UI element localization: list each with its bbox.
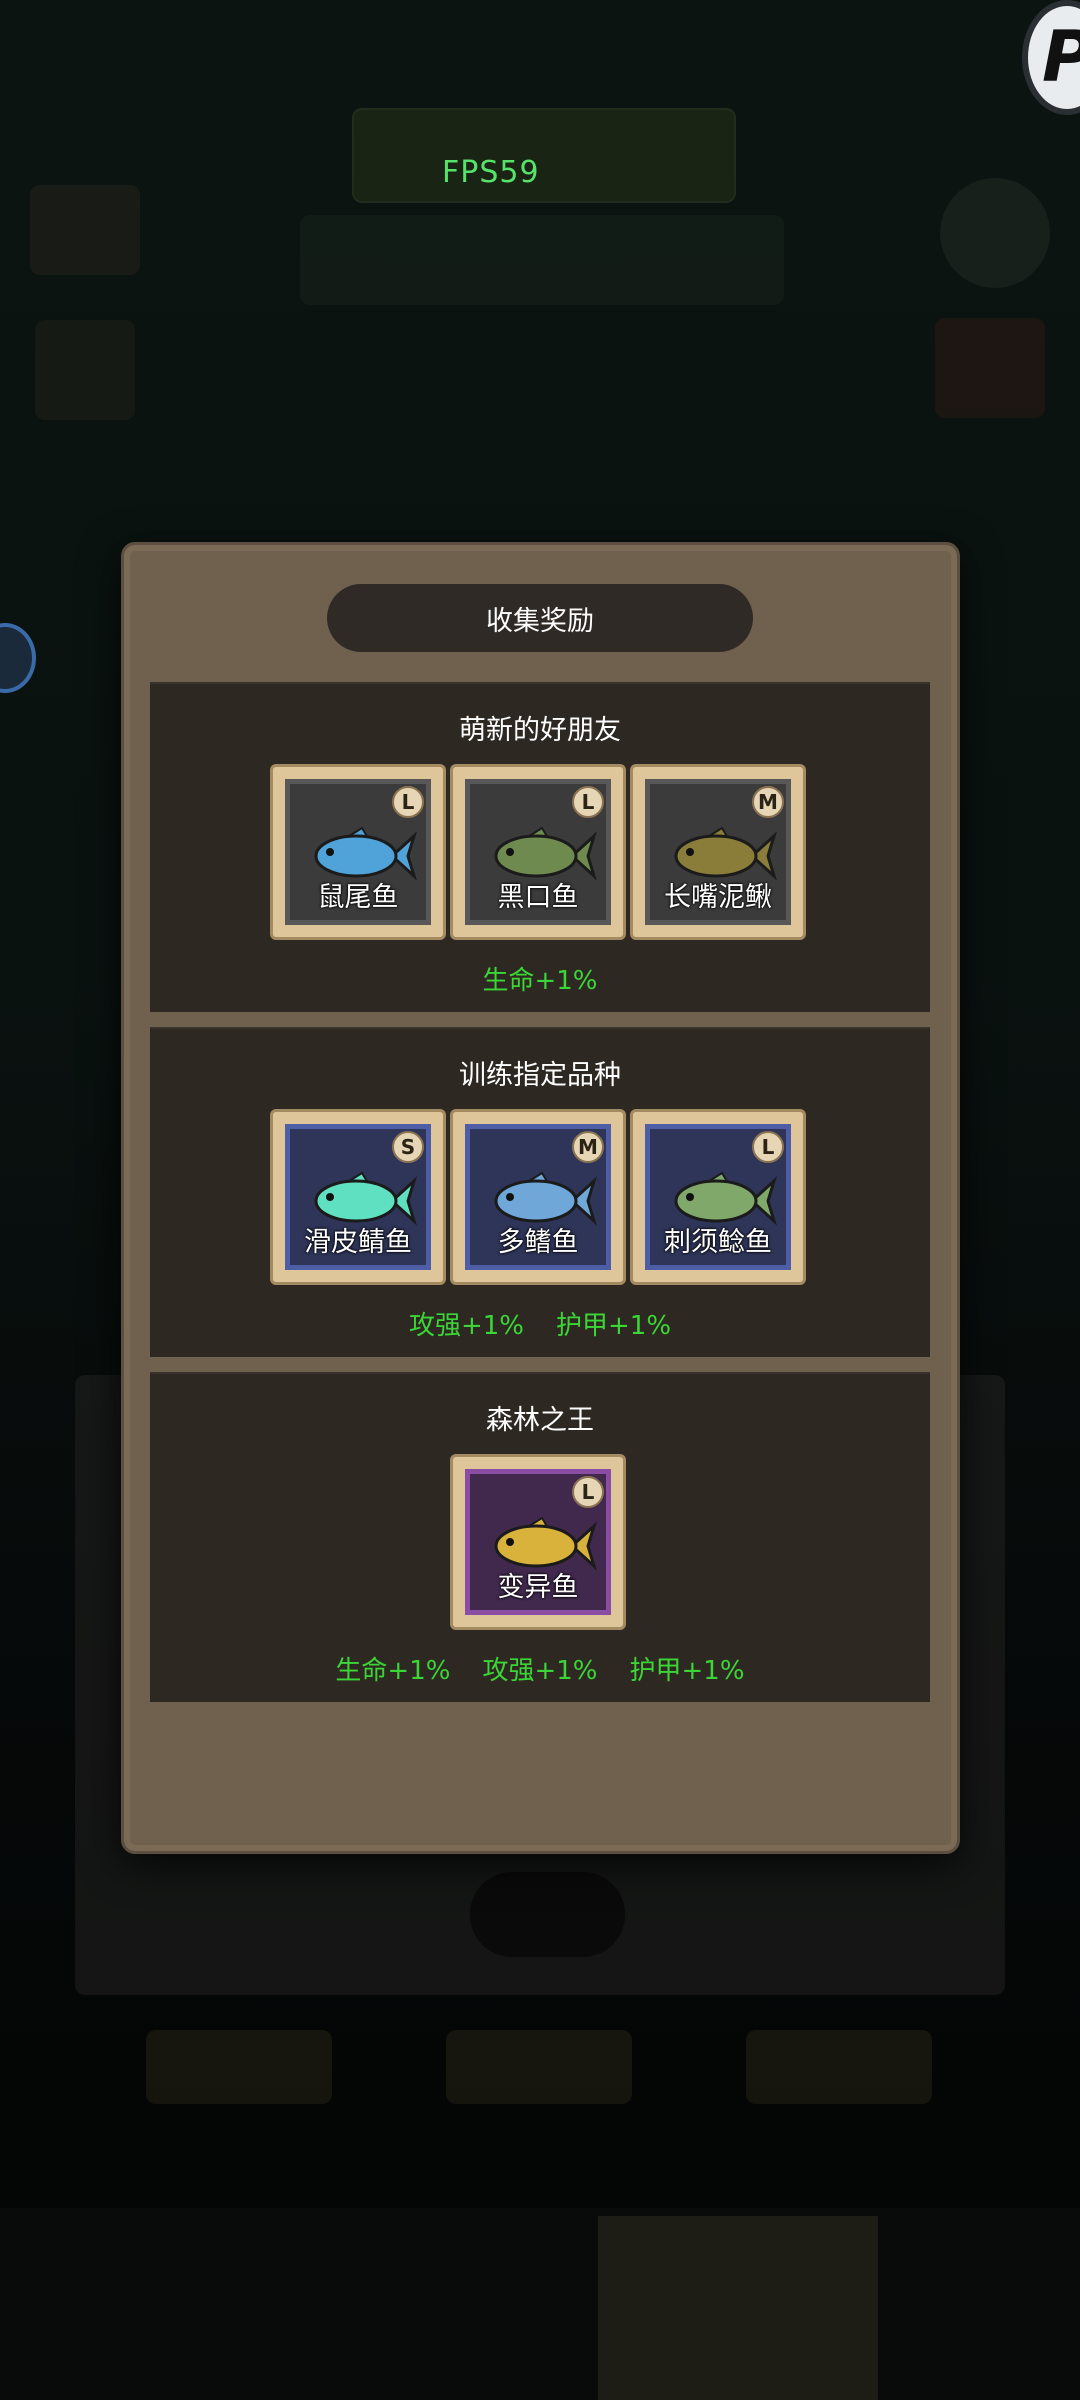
- rank-badge: L: [752, 1131, 784, 1163]
- floating-assistant-icon[interactable]: P: [1022, 0, 1080, 115]
- bg-button-2: [446, 2030, 632, 2104]
- bonus-stat: 生命+1%: [335, 1656, 451, 1686]
- reward-section: 训练指定品种 S 滑皮鲭鱼 M 多鳍鱼 L 刺须鲶鱼攻强+1% 护甲+1%: [150, 1027, 930, 1357]
- bg-button-1: [146, 2030, 332, 2104]
- section-title: 训练指定品种: [459, 1060, 621, 1091]
- fish-card[interactable]: L 变异鱼: [450, 1454, 626, 1630]
- bg-pill-button: [470, 1872, 625, 1957]
- fish-card[interactable]: M 多鳍鱼: [450, 1109, 626, 1285]
- fish-name: 多鳍鱼: [497, 1227, 579, 1258]
- bg-gear-icon: [940, 178, 1050, 288]
- bg-button-3: [746, 2030, 932, 2104]
- fish-card-frame: L 变异鱼: [465, 1469, 611, 1615]
- rank-badge: L: [572, 786, 604, 818]
- section-title: 萌新的好朋友: [459, 715, 621, 746]
- bonus-stat: 护甲+1%: [629, 1656, 745, 1686]
- fish-card-frame: L 鼠尾鱼: [285, 779, 431, 925]
- fish-card[interactable]: L 刺须鲶鱼: [630, 1109, 806, 1285]
- section-bonus: 生命+1% 攻强+1% 护甲+1%: [150, 1650, 930, 1687]
- fish-card-frame: M 多鳍鱼: [465, 1124, 611, 1270]
- fish-name: 变异鱼: [497, 1572, 579, 1603]
- fish-card-frame: S 滑皮鲭鱼: [285, 1124, 431, 1270]
- left-level-badge: [0, 623, 36, 693]
- bottom-nav-active-slot: [598, 2216, 878, 2400]
- fish-name: 刺须鲶鱼: [664, 1227, 772, 1258]
- section-title: 森林之王: [486, 1405, 594, 1436]
- fish-name: 长嘴泥鳅: [664, 882, 772, 913]
- bg-left-icon-1: [30, 185, 140, 275]
- bg-left-icon-2: [35, 320, 135, 420]
- reward-section: 萌新的好朋友 L 鼠尾鱼 L 黑口鱼 M 长嘴泥鳅生命+1%: [150, 682, 930, 1012]
- fish-card[interactable]: S 滑皮鲭鱼: [270, 1109, 446, 1285]
- rank-badge: L: [572, 1476, 604, 1508]
- fish-card[interactable]: L 鼠尾鱼: [270, 764, 446, 940]
- fps-counter: FPS59: [442, 155, 540, 190]
- rank-badge: L: [392, 786, 424, 818]
- bg-book-icon: [935, 318, 1045, 418]
- rank-badge: M: [572, 1131, 604, 1163]
- bottom-navigation: [0, 2208, 1080, 2400]
- dialog-title: 收集奖励: [327, 584, 753, 652]
- section-bonus: 攻强+1% 护甲+1%: [150, 1305, 930, 1342]
- fish-card-frame: L 刺须鲶鱼: [645, 1124, 791, 1270]
- fish-card[interactable]: M 长嘴泥鳅: [630, 764, 806, 940]
- section-bonus: 生命+1%: [150, 960, 930, 997]
- game-screen: P FPS59 收集奖励 萌新的好朋友 L 鼠尾鱼 L 黑口鱼 M 长嘴泥鳅生命+1% 训练指…: [0, 0, 1080, 2400]
- bg-top-button: [352, 108, 736, 203]
- fish-name: 滑皮鲭鱼: [304, 1227, 412, 1258]
- fish-card-frame: L 黑口鱼: [465, 779, 611, 925]
- bonus-stat: 攻强+1%: [408, 1311, 524, 1341]
- bonus-stat: 攻强+1%: [482, 1656, 598, 1686]
- fish-card[interactable]: L 黑口鱼: [450, 764, 626, 940]
- bg-task-bar: [300, 215, 784, 305]
- fish-card-frame: M 长嘴泥鳅: [645, 779, 791, 925]
- reward-section: 森林之王 L 变异鱼生命+1% 攻强+1% 护甲+1%: [150, 1372, 930, 1702]
- rank-badge: S: [392, 1131, 424, 1163]
- fish-name: 鼠尾鱼: [317, 882, 399, 913]
- rank-badge: M: [752, 786, 784, 818]
- fish-name: 黑口鱼: [497, 882, 579, 913]
- bonus-stat: 生命+1%: [482, 966, 598, 996]
- bonus-stat: 护甲+1%: [556, 1311, 672, 1341]
